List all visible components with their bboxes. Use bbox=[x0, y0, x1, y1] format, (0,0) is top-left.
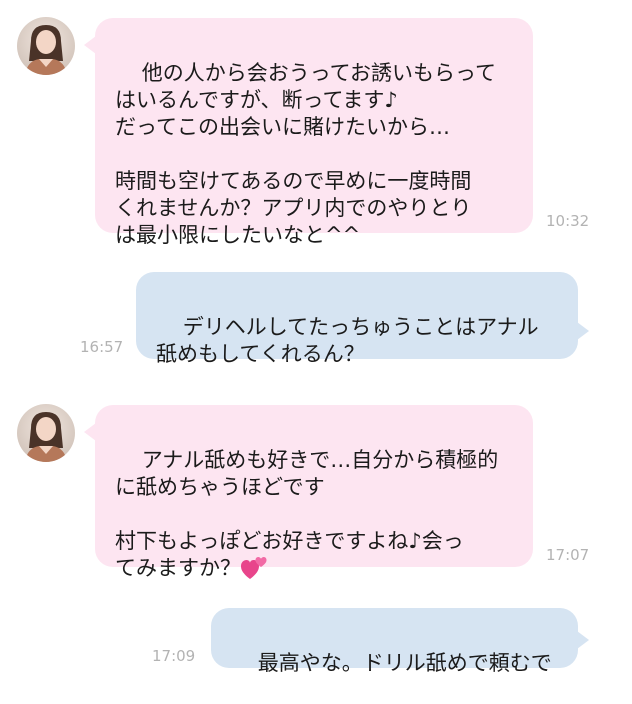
avatar[interactable] bbox=[17, 17, 75, 75]
message-text: アナル舐めも好きで…自分から積極的 に舐めちゃうほどです 村下もよっぽどお好きで… bbox=[115, 448, 499, 580]
chat-thread: 他の人から会おうってお誘いもらって はいるんですが、断ってます♪ だってこの出会… bbox=[0, 0, 632, 685]
message-bubble-outgoing[interactable]: デリヘルしてたっちゅうことはアナル 舐めもしてくれるん？ bbox=[136, 272, 578, 366]
message-text: デリヘルしてたっちゅうことはアナル 舐めもしてくれるん？ bbox=[156, 315, 539, 366]
message-bubble-outgoing[interactable]: 最高やな。ドリル舐めで頼むで bbox=[211, 608, 578, 675]
message-text: 最高やな。ドリル舐めで頼むで bbox=[257, 651, 552, 675]
message-bubble-incoming[interactable]: アナル舐めも好きで…自分から積極的 に舐めちゃうほどです 村下もよっぽどお好きで… bbox=[95, 405, 533, 580]
message-timestamp: 17:07 bbox=[546, 546, 590, 564]
bubble-tail bbox=[577, 631, 589, 649]
avatar[interactable] bbox=[17, 404, 75, 462]
message-timestamp: 17:09 bbox=[152, 647, 196, 665]
bubble-tail bbox=[577, 322, 589, 340]
message-timestamp: 10:32 bbox=[546, 212, 590, 230]
message-text: 他の人から会おうってお誘いもらって はいるんですが、断ってます♪ だってこの出会… bbox=[115, 61, 496, 247]
two-hearts-icon bbox=[241, 555, 267, 579]
message-timestamp: 16:57 bbox=[80, 338, 124, 356]
message-bubble-incoming[interactable]: 他の人から会おうってお誘いもらって はいるんですが、断ってます♪ だってこの出会… bbox=[95, 18, 533, 247]
